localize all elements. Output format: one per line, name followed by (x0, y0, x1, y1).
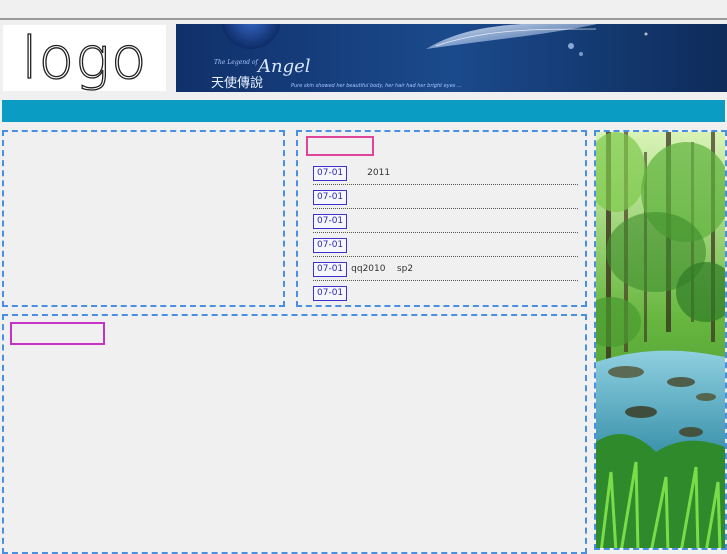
list-item-text[interactable]: qq2010 sp2 (351, 264, 413, 274)
banner-tagline: Pure skin showed her beautiful body, her… (291, 83, 462, 89)
date-badge: 07-01 (313, 237, 348, 253)
banner-script-small: The Legend of (214, 59, 259, 66)
list-item[interactable]: 07-01 qq2010 sp2 (313, 258, 578, 281)
date-badge: 07-01 (313, 261, 348, 277)
news-list: 07-01 2011 07-01 07-01 07-01 07-01 qq201… (313, 162, 578, 305)
date-badge: 07-01 (313, 285, 348, 301)
forest-stream-photo (596, 132, 725, 548)
list-item[interactable]: 07-01 (313, 234, 578, 257)
date-badge: 07-01 (313, 213, 348, 229)
logo-text: logo (21, 24, 148, 92)
banner-chinese-title: 天使傳說 (211, 75, 263, 91)
date-badge: 07-01 (313, 189, 348, 205)
list-item-text[interactable]: 2011 (367, 168, 390, 178)
list-item[interactable]: 07-01 (313, 186, 578, 209)
header-banner: The Legend of Angel 天使傳說 Pure skin showe… (176, 24, 727, 92)
bottom-title-box (10, 322, 105, 345)
panel-top-left (2, 130, 285, 307)
list-item[interactable]: 07-01 2011 (313, 162, 578, 185)
list-item[interactable]: 07-01 (313, 210, 578, 233)
panel-bottom (2, 314, 587, 554)
date-badge: 07-01 (313, 165, 348, 181)
top-divider (0, 18, 727, 20)
nav-bar (2, 100, 725, 122)
news-title-box (306, 136, 374, 156)
logo[interactable]: logo (3, 25, 166, 91)
sidebar-image-panel (594, 130, 727, 550)
list-item[interactable]: 07-01 (313, 282, 578, 304)
banner-script-large: Angel (256, 56, 311, 77)
